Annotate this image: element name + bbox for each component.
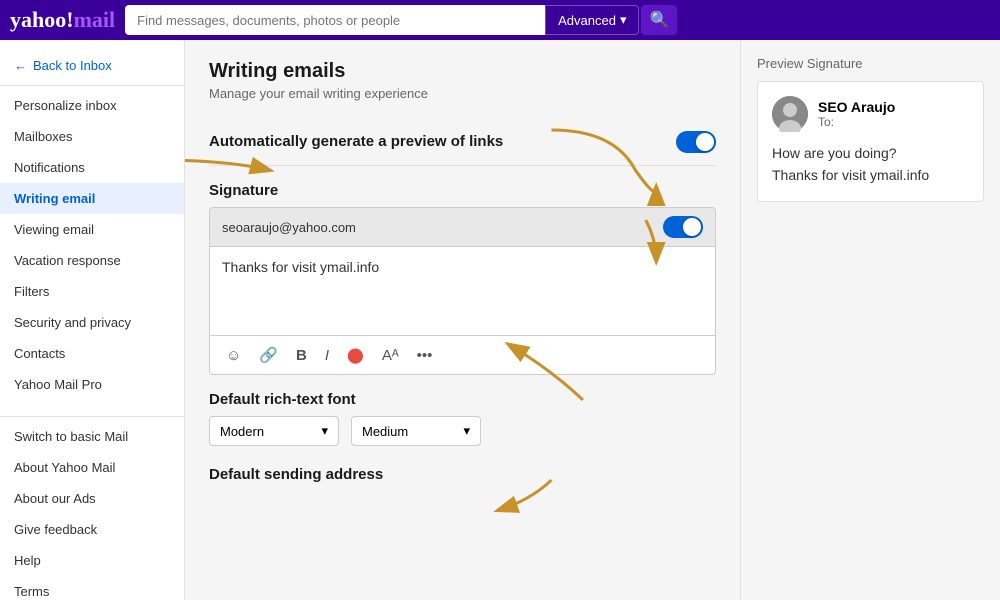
address-heading: Default sending address <box>209 466 716 483</box>
preview-body-line2: Thanks for visit ymail.info <box>772 164 969 186</box>
yahoo-logo: yahoo!mail <box>10 7 115 33</box>
font-row: Modern ▾ Medium ▾ <box>209 416 716 446</box>
sidebar-divider-2 <box>0 416 184 417</box>
font-heading: Default rich-text font <box>209 391 716 408</box>
main-layout: ← Back to Inbox Personalize inbox Mailbo… <box>0 40 1000 600</box>
size-select[interactable]: Medium ▾ <box>351 416 481 446</box>
link-button[interactable]: 🔗 <box>255 344 282 366</box>
font-option: Modern <box>220 424 264 439</box>
chevron-down-icon: ▾ <box>620 12 627 28</box>
fontsize-button[interactable]: Aᴬ <box>378 345 403 366</box>
sidebar-item-filters[interactable]: Filters <box>0 276 184 307</box>
auto-preview-toggle[interactable] <box>676 131 716 153</box>
signature-toolbar: ☺ 🔗 B I ⬤ Aᴬ ••• <box>209 336 716 375</box>
sidebar: ← Back to Inbox Personalize inbox Mailbo… <box>0 40 185 600</box>
avatar <box>772 96 808 132</box>
signature-heading: Signature <box>209 182 716 199</box>
preview-sender-name: SEO Araujo <box>818 99 895 115</box>
sidebar-item-notifications[interactable]: Notifications <box>0 152 184 183</box>
font-select[interactable]: Modern ▾ <box>209 416 339 446</box>
back-to-inbox-link[interactable]: ← Back to Inbox <box>0 50 184 81</box>
main-content: Writing emails Manage your email writing… <box>185 40 740 600</box>
signature-editor[interactable]: Thanks for visit ymail.info <box>209 246 716 336</box>
back-arrow-icon: ← <box>14 58 27 73</box>
sidebar-item-help[interactable]: Help <box>0 545 184 576</box>
signature-section: Signature seoaraujo@yahoo.com Thanks for… <box>209 182 716 375</box>
search-button[interactable]: 🔍 <box>641 5 677 35</box>
bold-button[interactable]: B <box>292 345 311 366</box>
sidebar-item-contacts[interactable]: Contacts <box>0 338 184 369</box>
color-button[interactable]: ⬤ <box>343 344 368 366</box>
section-title: Writing emails <box>209 60 716 83</box>
address-section: Default sending address <box>209 466 716 483</box>
sidebar-item-personalize-inbox[interactable]: Personalize inbox <box>0 90 184 121</box>
sender-info: SEO Araujo To: <box>818 99 895 129</box>
signature-email: seoaraujo@yahoo.com <box>222 220 356 235</box>
sidebar-item-security-privacy[interactable]: Security and privacy <box>0 307 184 338</box>
font-chevron-icon: ▾ <box>321 423 328 439</box>
sidebar-item-writing-email[interactable]: Writing email <box>0 183 184 214</box>
back-to-inbox-label: Back to Inbox <box>33 58 112 73</box>
preview-title: Preview Signature <box>757 56 984 71</box>
sidebar-item-about-ads[interactable]: About our Ads <box>0 483 184 514</box>
sidebar-item-terms[interactable]: Terms <box>0 576 184 600</box>
signature-email-row: seoaraujo@yahoo.com <box>209 207 716 246</box>
signature-toggle[interactable] <box>663 216 703 238</box>
preview-to-label: To: <box>818 115 895 129</box>
auto-preview-setting: Automatically generate a preview of link… <box>209 119 716 166</box>
preview-body: How are you doing? Thanks for visit ymai… <box>772 142 969 187</box>
avatar-icon <box>772 96 808 132</box>
sidebar-item-about-yahoo[interactable]: About Yahoo Mail <box>0 452 184 483</box>
advanced-label: Advanced <box>558 13 616 28</box>
more-button[interactable]: ••• <box>413 345 437 366</box>
sidebar-item-vacation-response[interactable]: Vacation response <box>0 245 184 276</box>
sidebar-item-mailboxes[interactable]: Mailboxes <box>0 121 184 152</box>
sidebar-item-switch-basic[interactable]: Switch to basic Mail <box>0 421 184 452</box>
advanced-button[interactable]: Advanced ▾ <box>545 5 639 35</box>
sidebar-item-yahoo-mail-pro[interactable]: Yahoo Mail Pro <box>0 369 184 400</box>
preview-body-line1: How are you doing? <box>772 142 969 164</box>
sidebar-item-viewing-email[interactable]: Viewing email <box>0 214 184 245</box>
auto-preview-label: Automatically generate a preview of link… <box>209 131 503 152</box>
preview-card: SEO Araujo To: How are you doing? Thanks… <box>757 81 984 202</box>
sidebar-item-give-feedback[interactable]: Give feedback <box>0 514 184 545</box>
sidebar-divider <box>0 85 184 86</box>
emoji-button[interactable]: ☺ <box>222 345 245 366</box>
preview-sender-row: SEO Araujo To: <box>772 96 969 132</box>
right-panel: Preview Signature SEO Araujo To: How are… <box>740 40 1000 600</box>
size-chevron-icon: ▾ <box>463 423 470 439</box>
italic-button[interactable]: I <box>321 345 333 366</box>
font-section: Default rich-text font Modern ▾ Medium ▾ <box>209 391 716 446</box>
size-option: Medium <box>362 424 408 439</box>
section-subtitle: Manage your email writing experience <box>209 86 716 101</box>
search-input[interactable] <box>125 5 545 35</box>
top-nav: yahoo!mail Advanced ▾ 🔍 <box>0 0 1000 40</box>
